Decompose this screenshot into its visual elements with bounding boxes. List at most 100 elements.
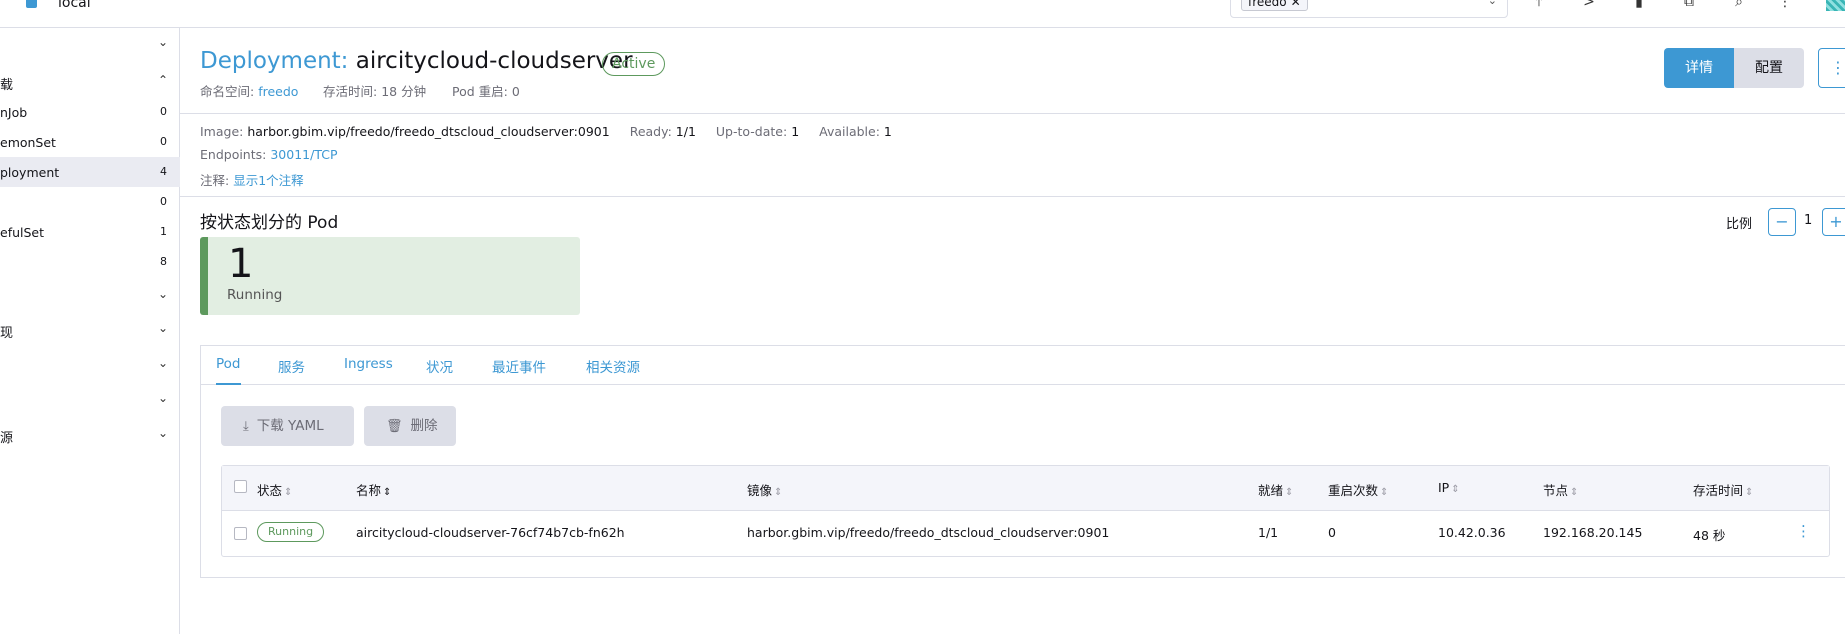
pod-name-link[interactable]: aircitycloud-cloudserver-76cf74b7cb-fn62… [356,525,625,540]
uptodate-label: Up-to-date: [715,124,788,139]
pod-image: harbor.gbim.vip/freedo/freedo_dtscloud_c… [747,525,1110,540]
sidebar-group[interactable]: ⌄ [0,386,180,414]
sort-icon: ⇕ [1570,487,1579,498]
pods-table: 状态 ⇕ 名称 ⇕ 镜像 ⇕ 就绪 ⇕ 重启次数 ⇕ IP ⇕ 节点 ⇕ 存活时间 ⇕ Runn… [221,465,1830,557]
sidebar-group-label: 载 [0,78,14,93]
node-link[interactable]: 192.168.20.145 [1543,525,1642,540]
col-name[interactable]: 名称 ⇕ [356,480,391,499]
col-label: IP [1438,480,1450,495]
delete-button[interactable]: 🗑 删除 [364,406,456,446]
col-restarts[interactable]: 重启次数 ⇕ [1328,480,1388,499]
running-label: Running [227,287,283,303]
sidebar-item-label: emonSet [0,135,56,150]
col-label: 重启次数 [1328,483,1379,498]
namespace-chip[interactable]: freedo ✕ [1241,0,1308,11]
sidebar-item-deployment[interactable]: ployment 4 [0,157,180,187]
file-icon[interactable]: ▮ [1628,0,1650,12]
image-label: Image: [200,124,244,139]
download-yaml-button[interactable]: ⤓ 下载 YAML [221,406,354,446]
divider [180,113,1845,114]
resource-tabs-panel: Pod 服务 Ingress 状况 最近事件 相关资源 ⤓ 下载 YAML 🗑 删除… [200,345,1845,578]
col-age[interactable]: 存活时间 ⇕ [1693,480,1753,499]
scale-down-button[interactable]: − [1768,208,1796,236]
sidebar-group-label: 现 [0,326,14,341]
sidebar-item-statefulset[interactable]: efulSet 1 [0,217,180,247]
pod-restarts: 0 [1328,525,1336,540]
trash-icon: 🗑 [386,419,403,434]
restarts-label: Pod 重启: [452,84,508,99]
sidebar-item-label: efulSet [0,225,45,240]
row-checkbox[interactable] [234,527,247,540]
sort-icon: ⇕ [1285,487,1294,498]
search-icon[interactable]: ⌕ [1728,0,1750,12]
namespace-label: 命名空间: [200,84,255,99]
col-label: 就绪 [1258,483,1284,498]
endpoints-label: Endpoints: [200,147,267,162]
sidebar-item-job[interactable]: 0 [0,187,180,217]
copy-icon[interactable]: ⧉ [1678,0,1700,12]
sort-icon: ⇕ [1451,484,1460,495]
more-actions-button[interactable]: ⋮ [1818,48,1845,88]
show-annotations-link[interactable]: 显示1个注释 [233,173,303,188]
uptodate-value: 1 [791,124,800,139]
namespace-filter[interactable]: freedo ✕ ⌄ [1230,0,1508,18]
sidebar-group-more-resources[interactable]: 源 ⌄ [0,421,180,449]
tab-recent-events[interactable]: 最近事件 [492,356,546,376]
sidebar-item-pod[interactable]: 8 [0,247,180,277]
sidebar-group[interactable]: ⌄ [0,30,180,58]
tab-conditions[interactable]: 状况 [426,356,453,376]
top-bar: local freedo ✕ ⌄ ⤒ > ▮ ⧉ ⌕ ⋮ [0,0,1845,28]
sort-icon: ⇕ [1380,487,1389,498]
col-ready[interactable]: 就绪 ⇕ [1258,480,1293,499]
namespace-link[interactable]: freedo [258,84,298,99]
sidebar: ⌄ 载 ⌃ nJob 0 emonSet 0 ployment 4 0 eful… [0,28,180,634]
sidebar-group-service-discovery[interactable]: 现 ⌄ [0,316,180,344]
select-all-checkbox[interactable] [234,480,247,493]
restarts-value: 0 [511,84,520,99]
close-icon[interactable]: ✕ [1291,0,1301,9]
sidebar-group[interactable]: ⌄ [0,351,180,379]
col-node[interactable]: 节点 ⇕ [1543,480,1578,499]
download-yaml-label: 下载 YAML [256,418,324,434]
col-ip[interactable]: IP ⇕ [1438,480,1460,495]
sort-icon: ⇕ [1745,487,1754,498]
config-button[interactable]: 配置 [1734,48,1804,88]
row-actions-icon[interactable]: ⋮ [1796,522,1811,540]
chevron-down-icon[interactable]: ⌄ [1488,0,1497,7]
tab-pod[interactable]: Pod [216,356,241,385]
table-header: 状态 ⇕ 名称 ⇕ 镜像 ⇕ 就绪 ⇕ 重启次数 ⇕ IP ⇕ 节点 ⇕ 存活时间 ⇕ [222,466,1829,511]
col-image[interactable]: 镜像 ⇕ [747,480,782,499]
sidebar-group[interactable]: ⌄ [0,282,180,310]
cluster-icon [26,0,37,8]
sidebar-item-count: 4 [160,165,167,178]
col-status[interactable]: 状态 ⇕ [257,480,292,499]
pod-ip: 10.42.0.36 [1438,525,1506,540]
namespace-chip-label: freedo [1248,0,1287,9]
detail-button[interactable]: 详情 [1664,48,1734,88]
chevron-down-icon: ⌄ [158,426,169,440]
scale-up-button[interactable]: + [1822,208,1845,236]
sidebar-item-daemonset[interactable]: emonSet 0 [0,127,180,157]
tab-ingress[interactable]: Ingress [344,356,393,372]
col-label: 名称 [356,483,382,498]
tab-related-resources[interactable]: 相关资源 [586,356,640,376]
sidebar-group-workloads[interactable]: 载 ⌃ [0,68,180,96]
upload-icon[interactable]: ⤒ [1528,0,1550,12]
sort-icon: ⇕ [284,487,293,498]
user-avatar[interactable] [1826,0,1845,11]
cluster-name[interactable]: local [58,0,91,11]
resource-kind[interactable]: Deployment: [200,48,348,74]
resource-name: aircitycloud-cloudserver [355,48,633,74]
kebab-menu-icon[interactable]: ⋮ [1774,0,1796,12]
age-label: 存活时间: [323,84,378,99]
running-count: 1 [228,241,254,287]
sidebar-item-count: 0 [160,195,167,208]
tab-services[interactable]: 服务 [278,356,305,376]
endpoint-link[interactable]: 30011/TCP [270,147,337,162]
available-label: Available: [819,124,880,139]
page-title: Deployment: aircitycloud-cloudserver [200,48,633,74]
sidebar-item-label: nJob [0,105,28,120]
terminal-icon[interactable]: > [1578,0,1600,12]
sidebar-item-cronjob[interactable]: nJob 0 [0,97,180,127]
sidebar-item-count: 1 [160,225,167,238]
